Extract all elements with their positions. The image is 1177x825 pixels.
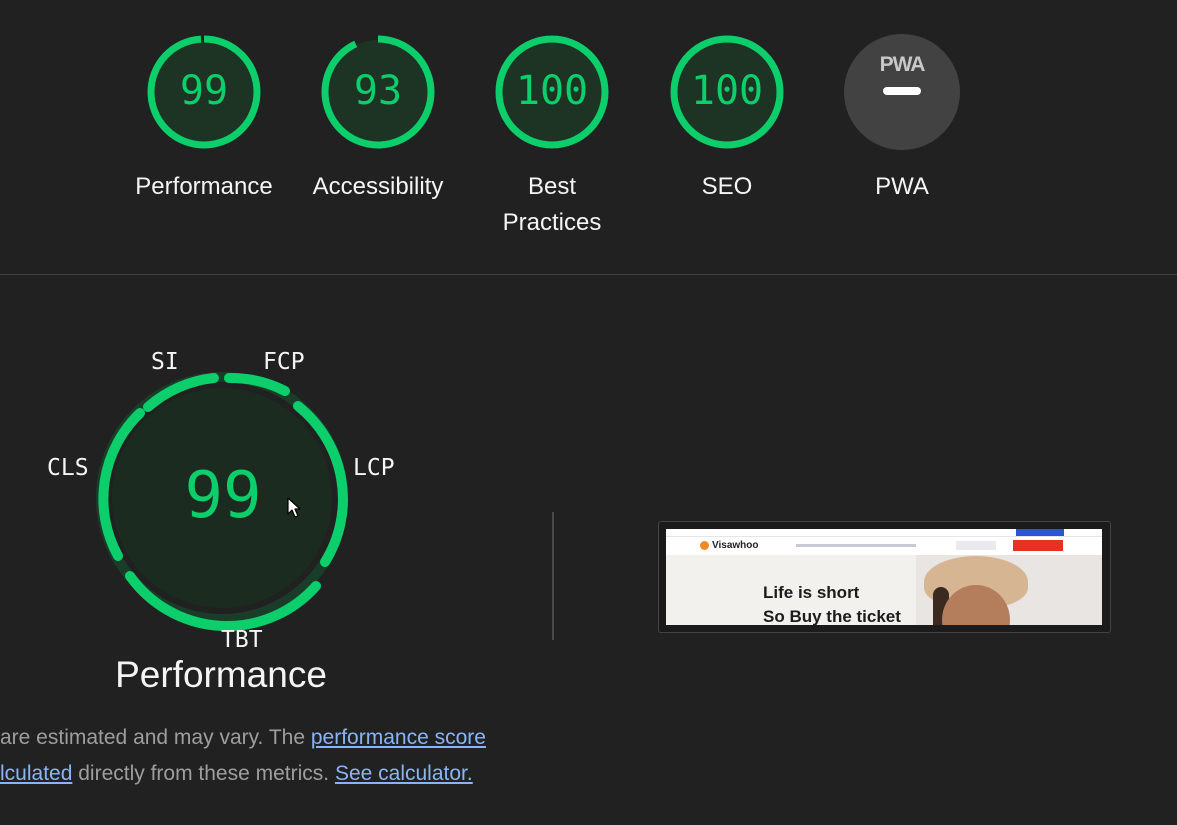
performance-score-link[interactable]: performance score (311, 726, 486, 749)
gauge-best-practices-label-line1: Best (527, 173, 577, 200)
screenshot-hero-line2: So Buy the ticket (763, 607, 901, 625)
pwa-dash-icon (883, 87, 921, 95)
metric-arc-fcp (224, 372, 290, 396)
gauge-seo-label: SEO (701, 173, 753, 200)
gauge-performance-ring: 99 (145, 33, 263, 151)
gauge-performance-label: Performance (135, 173, 273, 200)
metric-label-cls: CLS (47, 455, 89, 481)
screenshot-logo-icon (700, 541, 709, 550)
pwa-icon: PWA (843, 53, 961, 95)
gauge-accessibility-ring: 93 (319, 33, 437, 151)
screenshot-hero-line1: Life is short (763, 583, 860, 602)
pwa-badge-text: PWA (879, 53, 926, 76)
mouse-cursor-icon (287, 497, 301, 518)
gauge-seo-ring: 100 (668, 33, 786, 151)
gauge-best-practices-score: 100 (515, 68, 589, 114)
screenshot-image: Visawhoo Life is short So Buy the ticket (666, 529, 1102, 625)
screenshot-hero-text: Life is short So Buy the ticket (763, 581, 901, 625)
gauge-seo-score: 100 (690, 68, 764, 114)
gauge-pwa-label: PWA (875, 173, 929, 200)
screenshot-cta-button (1013, 540, 1063, 551)
gauge-pwa-ring: PWA (843, 33, 961, 151)
gauge-accessibility-label: Accessibility (312, 173, 444, 200)
gauge-best-practices-ring: 100 (493, 33, 611, 151)
metric-label-fcp: FCP (263, 349, 305, 375)
gauge-accessibility-score: 93 (353, 68, 403, 114)
vertical-separator (552, 512, 554, 640)
calculated-link[interactable]: lculated (0, 762, 72, 785)
screenshot-navbar: Visawhoo (666, 537, 1102, 555)
gauge-seo[interactable]: 100 SEO (637, 33, 817, 205)
metric-label-si: SI (151, 349, 179, 375)
final-screenshot-thumbnail[interactable]: Visawhoo Life is short So Buy the ticket (658, 521, 1111, 633)
gauge-pwa[interactable]: PWA PWA (812, 33, 992, 205)
footnote-line-1: are estimated and may vary. The performa… (0, 720, 560, 756)
performance-detail-title: Performance (115, 654, 327, 695)
gauge-best-practices[interactable]: 100 Best Practices (462, 33, 642, 241)
gauge-best-practices-label-line2: Practices (502, 209, 602, 236)
metric-label-tbt: TBT (221, 627, 263, 653)
see-calculator-link[interactable]: See calculator. (335, 762, 473, 785)
screenshot-topbar-button (1016, 529, 1064, 536)
metric-label-lcp: LCP (353, 455, 395, 481)
gauge-accessibility[interactable]: 93 Accessibility (288, 33, 468, 205)
screenshot-phone (956, 541, 996, 550)
screenshot-topbar (666, 529, 1102, 537)
gauge-performance-score: 99 (179, 68, 229, 114)
performance-detail-gauge: SI FCP LCP CLS TBT 99 Performance (0, 340, 500, 700)
screenshot-site-name: Visawhoo (712, 540, 759, 551)
lighthouse-report: 99 Performance 93 Accessibility 100 Best… (0, 0, 1177, 825)
footnote-text-2: directly from these metrics. (72, 762, 335, 785)
footnote-text-1: are estimated and may vary. The (0, 726, 311, 749)
performance-detail-score: 99 (184, 459, 262, 533)
section-divider (0, 274, 1177, 275)
screenshot-menu (796, 544, 916, 547)
metrics-footnote: are estimated and may vary. The performa… (0, 720, 560, 792)
gauge-performance[interactable]: 99 Performance (114, 33, 294, 205)
footnote-line-2: lculated directly from these metrics. Se… (0, 756, 560, 792)
gauge-best-practices-label: Best Practices (462, 169, 642, 241)
